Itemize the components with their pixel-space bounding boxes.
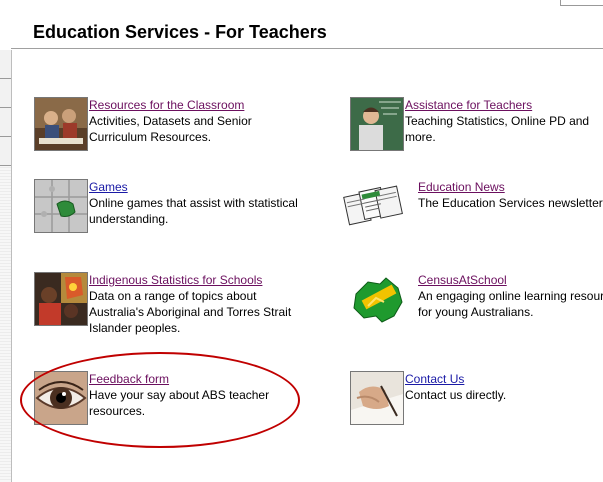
education-news-desc: The Education Services newsletter. — [418, 196, 603, 210]
indigenous-statistics-link[interactable]: Indigenous Statistics for Schools — [89, 272, 299, 288]
left-tab[interactable] — [0, 79, 11, 108]
indigenous-statistics-desc: Data on a range of topics about Australi… — [89, 289, 292, 335]
left-tab[interactable] — [0, 108, 11, 137]
writing-hand-photo-icon[interactable] — [350, 371, 404, 425]
censusatschool-icon[interactable] — [346, 272, 408, 330]
assistance-teachers-desc: Teaching Statistics, Online PD and more. — [405, 114, 590, 144]
left-tab[interactable] — [0, 50, 11, 79]
resources-classroom-desc: Activities, Datasets and Senior Curricul… — [89, 114, 252, 144]
censusatschool-link[interactable]: CensusAtSchool — [418, 272, 603, 288]
teacher-photo-icon[interactable] — [350, 97, 404, 151]
games-desc: Online games that assist with statistica… — [89, 196, 298, 226]
assistance-teachers-link[interactable]: Assistance for Teachers — [405, 97, 603, 113]
indigenous-photo-icon[interactable] — [34, 272, 88, 326]
highlight-oval — [20, 352, 300, 448]
left-tab[interactable] — [0, 137, 11, 166]
games-link[interactable]: Games — [89, 179, 299, 195]
top-box — [560, 0, 603, 6]
title-divider — [11, 48, 603, 49]
classroom-photo-icon[interactable] — [34, 97, 88, 151]
contact-us-desc: Contact us directly. — [405, 388, 507, 402]
left-scrollbar[interactable] — [0, 50, 12, 482]
page-title: Education Services - For Teachers — [33, 22, 327, 42]
newsletter-icon[interactable] — [340, 179, 410, 231]
censusatschool-desc: An engaging online learning resource for… — [418, 289, 603, 319]
puzzle-icon[interactable] — [34, 179, 88, 233]
education-news-link[interactable]: Education News — [418, 179, 603, 195]
top-strip — [0, 0, 603, 6]
resources-classroom-link[interactable]: Resources for the Classroom — [89, 97, 299, 113]
contact-us-link[interactable]: Contact Us — [405, 371, 603, 387]
